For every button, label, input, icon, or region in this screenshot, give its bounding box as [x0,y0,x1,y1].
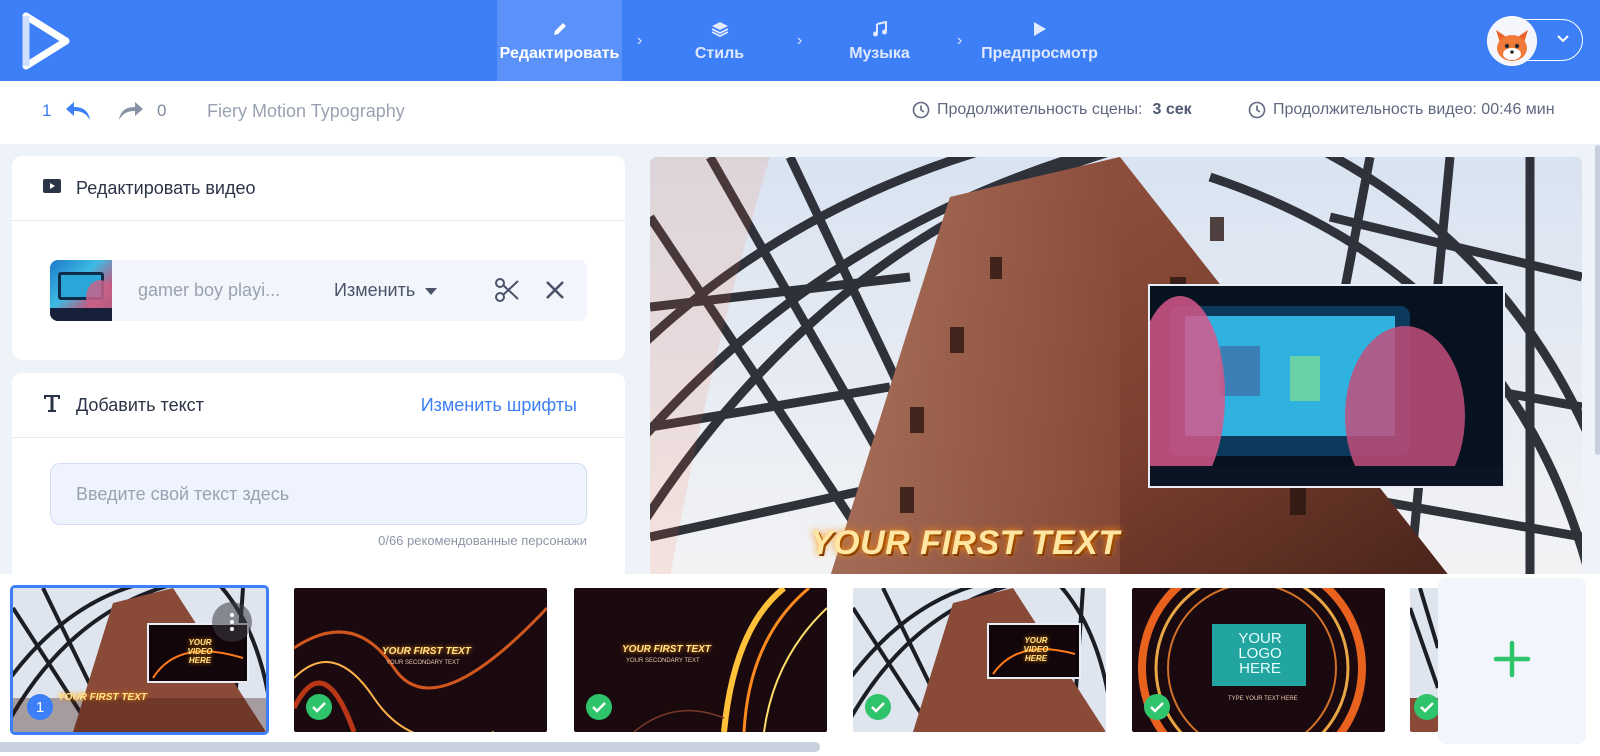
scene-subtitle-text: YOUR SECONDARY TEXT [626,658,700,664]
undo-icon[interactable] [64,99,92,123]
scene-duration: Продолжительность сцены: 3 сек [912,101,1192,119]
editor-toolbar: 1 0 Fiery Motion Typography Продолжитель… [0,81,1600,144]
text-icon [42,393,62,418]
scene-subtitle-text: TYPE YOUR TEXT HERE [1228,696,1298,702]
scene-thumbnail[interactable]: YOUR VIDEO HERE YOUR FIRST TEXT 1 [10,585,269,735]
avatar [1487,16,1537,66]
scene-title-text: YOUR FIRST TEXT [382,646,471,657]
video-icon [42,178,62,199]
media-item: gamer boy playi... Изменить [50,260,587,321]
tab-preview[interactable]: Предпросмотр [977,0,1102,81]
clock-icon [1248,101,1266,119]
scene-filmstrip: YOUR VIDEO HERE YOUR FIRST TEXT 1 YOUR F… [0,574,1600,756]
preview-overlay-text[interactable]: YOUR FIRST TEXT [810,524,1120,563]
scene-logo-placeholder: YOUR LOGO HERE [1238,630,1282,677]
scene-duration-label: Продолжительность сцены: [937,101,1143,118]
project-title: Fiery Motion Typography [207,101,405,121]
add-scene-button[interactable] [1438,578,1586,744]
scene-thumbnail[interactable]: YOUR LOGO HERE TYPE YOUR TEXT HERE [1132,588,1385,732]
more-options-icon[interactable] [212,602,252,642]
scene-text-input[interactable] [50,463,587,525]
checkmark-icon [865,694,891,720]
scene-title-text: YOUR FIRST TEXT [622,644,711,655]
vertical-scrollbar[interactable] [1595,145,1600,455]
clock-icon [912,101,930,119]
music-note-icon [872,19,888,39]
edit-video-header: Редактировать видео [12,156,625,221]
top-navigation-bar: Редактировать › Стиль › Музыка › Предпро… [0,0,1600,81]
change-media-dropdown[interactable]: Изменить [334,280,438,301]
layers-icon [711,19,729,39]
scissors-icon[interactable] [494,277,520,303]
media-thumbnail[interactable] [50,260,112,321]
checkmark-icon [1144,694,1170,720]
change-media-label: Изменить [334,280,416,300]
chevron-down-icon [1556,30,1570,53]
character-count-hint: 0/66 рекомендованные персонажи [378,533,587,548]
tab-edit-label: Редактировать [499,44,620,62]
chevron-right-icon: › [956,31,963,49]
scene-title-text: YOUR FIRST TEXT [58,692,147,703]
scene-inset-text: YOUR VIDEO HERE [1023,636,1049,663]
scene-number-badge: 1 [27,694,53,720]
add-text-header: Добавить текст Изменить шрифты [12,373,625,438]
undo-count: 1 [42,101,52,120]
caret-down-icon [425,287,438,295]
edit-video-title: Редактировать видео [76,177,256,198]
tab-style-label: Стиль [694,44,745,62]
scene-inset-text: YOUR VIDEO HERE [187,638,213,665]
app-logo-icon[interactable] [22,12,70,70]
tab-style[interactable]: Стиль [657,0,782,81]
scene-duration-value[interactable]: 3 сек [1153,101,1192,119]
checkmark-icon [306,694,332,720]
edit-video-card: Редактировать видео gamer boy playi... И… [12,156,625,360]
inset-video-frame[interactable] [1148,284,1505,488]
add-text-title: Добавить текст [76,394,204,415]
checkmark-icon [586,694,612,720]
pencil-icon [552,19,568,39]
scene-thumbnail[interactable]: YOUR FIRST TEXT YOUR SECONDARY TEXT [294,588,547,732]
play-icon [1033,19,1047,39]
scene-thumbnail[interactable]: YOUR VIDEO HERE [853,588,1106,732]
horizontal-scrollbar[interactable] [0,742,820,752]
tab-preview-label: Предпросмотр [981,44,1098,62]
chevron-right-icon: › [796,31,803,49]
tab-music[interactable]: Музыка [817,0,942,81]
chevron-right-icon: › [636,31,643,49]
tab-edit[interactable]: Редактировать [497,0,622,81]
wizard-steps: Редактировать › Стиль › Музыка › Предпро… [497,0,1102,81]
change-fonts-link[interactable]: Изменить шрифты [421,395,577,416]
redo-count: 0 [157,101,167,120]
close-icon[interactable] [543,278,567,302]
media-file-name: gamer boy playi... [138,280,281,300]
add-text-card: Добавить текст Изменить шрифты 0/66 реко… [12,373,625,583]
scene-subtitle-text: YOUR SECONDARY TEXT [386,660,460,666]
video-duration-label: Продолжительность видео: 00:46 мин [1273,101,1555,118]
checkmark-icon [1414,694,1438,720]
video-preview[interactable]: YOUR FIRST TEXT [650,157,1582,577]
scene-thumbnail[interactable] [1410,588,1438,732]
plus-icon [1492,639,1532,684]
scene-thumbnail[interactable]: YOUR FIRST TEXT YOUR SECONDARY TEXT [574,588,827,732]
tab-music-label: Музыка [849,44,910,62]
user-menu[interactable] [1487,16,1583,66]
video-duration: Продолжительность видео: 00:46 мин [1248,101,1555,119]
redo-icon[interactable] [117,99,145,123]
